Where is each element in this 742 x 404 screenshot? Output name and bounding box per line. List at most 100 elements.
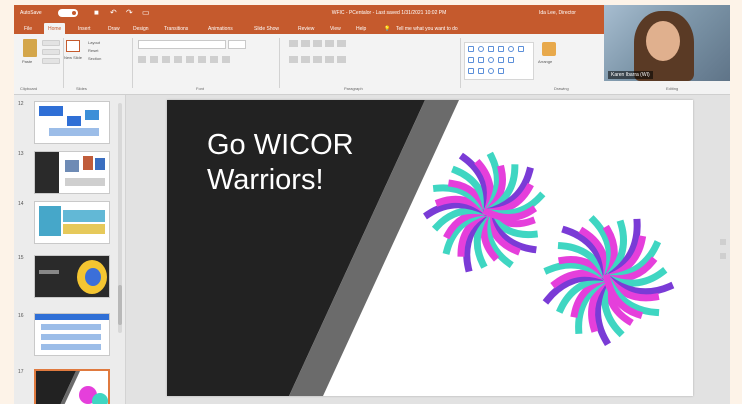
font-color-button[interactable]: [222, 56, 230, 63]
strikethrough-button[interactable]: [174, 56, 182, 63]
tab-animations[interactable]: Animations: [204, 23, 237, 34]
char-spacing-button[interactable]: [198, 56, 206, 63]
shape-oval-icon[interactable]: [508, 46, 514, 52]
arrange-icon[interactable]: [542, 42, 556, 56]
slide-title[interactable]: Go WICOR Warriors!: [207, 128, 427, 198]
shape-oval-icon[interactable]: [478, 46, 484, 52]
paragraph-row-2: [289, 56, 369, 63]
layout-button[interactable]: Layout: [88, 40, 100, 45]
tab-review[interactable]: Review: [294, 23, 318, 34]
section-button[interactable]: Section: [88, 56, 101, 61]
copy-button[interactable]: [42, 49, 60, 55]
shape-oval-icon[interactable]: [488, 57, 494, 63]
thumbnail-number: 15: [18, 255, 24, 261]
shape-rect-icon[interactable]: [508, 57, 514, 63]
pompom-left: [423, 151, 546, 273]
shapes-gallery[interactable]: [464, 42, 534, 80]
slide-thumbnail-15[interactable]: [34, 255, 110, 298]
group-label-font: Font: [196, 86, 205, 91]
tab-insert[interactable]: Insert: [74, 23, 95, 34]
shape-oval-icon[interactable]: [488, 68, 494, 74]
shape-rect-icon[interactable]: [498, 57, 504, 63]
participant-name: Karen Ibarra (WI): [608, 71, 653, 79]
group-label-paragraph: Paragraph: [344, 86, 363, 91]
save-icon[interactable]: ■: [94, 8, 99, 18]
change-case-button[interactable]: [210, 56, 218, 63]
thumbnail-number: 16: [18, 313, 24, 319]
group-label-slides: Slides: [76, 86, 87, 91]
slide-thumbnail-14[interactable]: [34, 201, 110, 244]
ribbon-divider: [460, 38, 461, 88]
ribbon-divider: [279, 38, 280, 88]
user-name[interactable]: Ida Lee, Director: [539, 10, 576, 16]
zoom-fit-button[interactable]: [720, 239, 726, 245]
group-label-clipboard: Clipboard: [20, 86, 38, 91]
undo-icon[interactable]: ↶: [110, 8, 117, 18]
slide-thumbnail-13[interactable]: [34, 151, 110, 194]
ribbon-divider: [132, 38, 133, 88]
shape-rect-icon[interactable]: [478, 57, 484, 63]
font-size-select[interactable]: [228, 40, 246, 49]
tab-transitions[interactable]: Transitions: [160, 23, 192, 34]
decrease-indent-button[interactable]: [313, 40, 322, 47]
font-name-select[interactable]: [138, 40, 226, 49]
underline-button[interactable]: [162, 56, 170, 63]
group-label-editing: Editing: [666, 86, 679, 91]
shape-rect-icon[interactable]: [468, 46, 474, 52]
columns-button[interactable]: [337, 56, 346, 63]
ribbon-divider: [63, 38, 64, 88]
shape-rect-icon[interactable]: [498, 46, 504, 52]
numbering-button[interactable]: [301, 40, 310, 47]
shape-rect-icon[interactable]: [498, 68, 504, 74]
redo-icon[interactable]: ↷: [126, 8, 133, 18]
font-format-buttons: [138, 56, 268, 63]
shape-rect-icon[interactable]: [518, 46, 524, 52]
autosave-toggle[interactable]: [58, 9, 78, 17]
tab-home[interactable]: Home: [44, 23, 66, 34]
thumbnail-number: 14: [18, 201, 24, 207]
slide-thumbnail-17[interactable]: [34, 369, 110, 404]
document-title: WFIC - PCentalor - Last saved 1/31/2021 …: [331, 10, 447, 16]
shape-arrow-icon[interactable]: [468, 57, 474, 63]
cut-button[interactable]: [42, 40, 60, 46]
justify-button[interactable]: [325, 56, 334, 63]
line-spacing-button[interactable]: [337, 40, 346, 47]
collapse-button[interactable]: [720, 253, 726, 259]
group-label-drawing: Drawing: [554, 86, 569, 91]
shape-rect-icon[interactable]: [468, 68, 474, 74]
align-left-button[interactable]: [289, 56, 298, 63]
tab-file[interactable]: File: [20, 23, 36, 34]
align-right-button[interactable]: [313, 56, 322, 63]
italic-button[interactable]: [150, 56, 158, 63]
webcam-overlay: Karen Ibarra (WI): [604, 5, 730, 81]
autosave-label: AutoSave: [20, 10, 42, 16]
tell-me-search[interactable]: Tell me what you want to do: [392, 23, 462, 34]
tab-design[interactable]: Design: [129, 23, 153, 34]
thumbnail-number: 17: [18, 369, 24, 375]
align-center-button[interactable]: [301, 56, 310, 63]
tab-slide-show[interactable]: Slide Show: [250, 23, 283, 34]
shadow-button[interactable]: [186, 56, 194, 63]
powerpoint-window: AutoSave ■ ↶ ↷ ▭ WFIC - PCentalor - Last…: [14, 5, 730, 404]
tab-view[interactable]: View: [326, 23, 345, 34]
tab-help[interactable]: Help: [352, 23, 370, 34]
current-slide[interactable]: Go WICOR Warriors!: [167, 100, 693, 396]
slide-thumbnail-16[interactable]: [34, 313, 110, 356]
shape-rect-icon[interactable]: [478, 68, 484, 74]
thumbnail-scrollbar[interactable]: [118, 103, 122, 333]
arrange-label: Arrange: [538, 59, 553, 64]
slide-thumbnail-12[interactable]: [34, 101, 110, 144]
paste-icon[interactable]: [23, 39, 37, 57]
format-painter-button[interactable]: [42, 58, 60, 64]
bold-button[interactable]: [138, 56, 146, 63]
increase-indent-button[interactable]: [325, 40, 334, 47]
slide-canvas: Go WICOR Warriors!: [126, 95, 730, 404]
tab-draw[interactable]: Draw: [104, 23, 124, 34]
new-slide-icon[interactable]: [66, 40, 80, 52]
start-slideshow-icon[interactable]: ▭: [142, 8, 150, 18]
reset-button[interactable]: Reset: [88, 48, 98, 53]
shape-rect-icon[interactable]: [488, 46, 494, 52]
scrollbar-thumb[interactable]: [118, 285, 122, 325]
slide-title-line-1: Go WICOR: [207, 129, 354, 161]
bullets-button[interactable]: [289, 40, 298, 47]
